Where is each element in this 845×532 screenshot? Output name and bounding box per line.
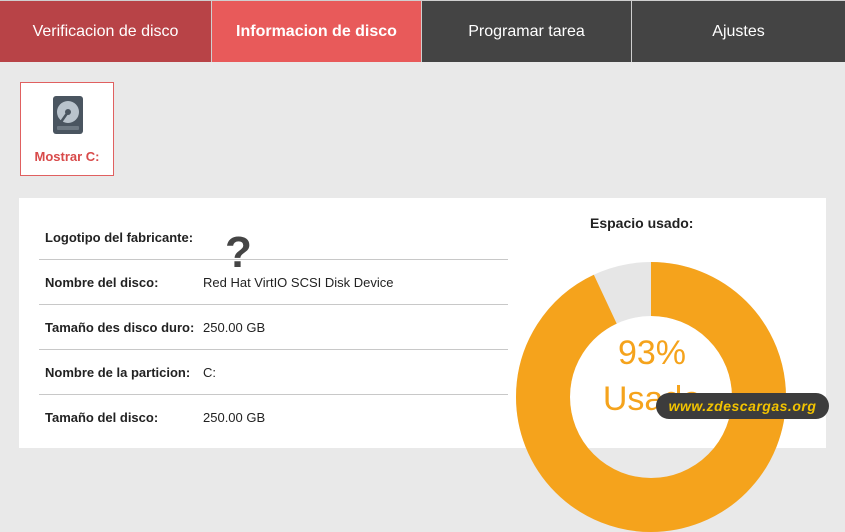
tab-bar: Verificacion de disco Informacion de dis… (0, 0, 845, 62)
partition-name-value: C: (203, 364, 216, 380)
disk-size-row: Tamaño del disco: 250.00 GB (39, 395, 508, 440)
manufacturer-logo-label: Logotipo del fabricante: (45, 229, 194, 245)
tab-verificacion-de-disco[interactable]: Verificacion de disco (0, 0, 212, 62)
drive-label: Mostrar C: (34, 149, 100, 164)
tab-ajustes[interactable]: Ajustes (632, 0, 845, 62)
tab-programar-tarea[interactable]: Programar tarea (422, 0, 632, 62)
hdd-size-value: 250.00 GB (203, 319, 266, 335)
partition-name-row: Nombre de la particion: C: (39, 350, 508, 395)
partition-name-label: Nombre de la particion: (45, 364, 191, 380)
tab-informacion-de-disco[interactable]: Informacion de disco (212, 0, 422, 62)
disk-name-label: Nombre del disco: (45, 274, 159, 290)
disk-name-value: Red Hat VirtIO SCSI Disk Device (203, 274, 394, 290)
disk-name-row: Nombre del disco: Red Hat VirtIO SCSI Di… (39, 260, 508, 305)
disk-size-value: 250.00 GB (203, 410, 266, 425)
hard-disk-icon (53, 96, 83, 134)
usage-percent-text: 93% (617, 334, 687, 372)
hdd-size-label: Tamaño des disco duro: (45, 319, 195, 335)
disk-size-label: Tamaño del disco: (45, 410, 159, 425)
drive-c-button[interactable]: Mostrar C: (20, 82, 114, 176)
watermark-badge: www.zdescargas.org (656, 393, 829, 419)
usage-title: Espacio usado: (590, 215, 694, 231)
manufacturer-logo-row: Logotipo del fabricante: ? (39, 215, 508, 275)
hdd-size-row: Tamaño des disco duro: 250.00 GB (39, 305, 508, 350)
